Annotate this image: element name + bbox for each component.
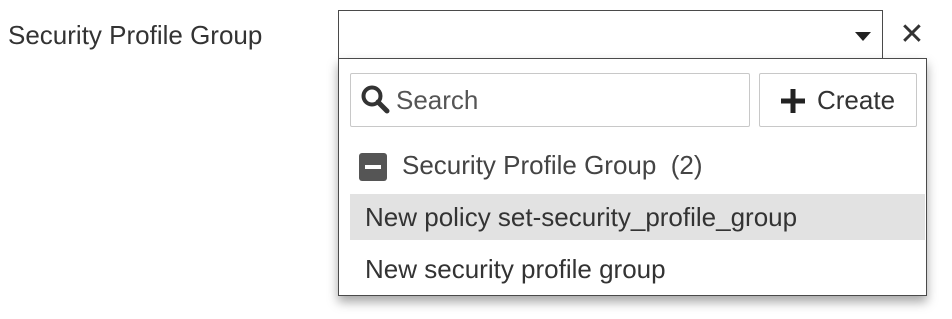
search-input[interactable]: [396, 76, 741, 124]
chevron-down-icon[interactable]: [855, 32, 871, 41]
option-item[interactable]: New policy set-security_profile_group: [350, 194, 925, 240]
create-button-label: Create: [817, 85, 896, 115]
collapse-icon[interactable]: [359, 153, 387, 181]
field-label: Security Profile Group: [8, 20, 263, 50]
security-profile-group-select[interactable]: [338, 10, 883, 59]
search-icon: [361, 85, 390, 114]
dropdown-border: [883, 58, 927, 59]
close-icon[interactable]: ✕: [896, 18, 928, 52]
option-item[interactable]: New security profile group: [350, 246, 925, 292]
group-label: Security Profile Group (2): [402, 150, 703, 180]
plus-icon: [781, 89, 805, 113]
